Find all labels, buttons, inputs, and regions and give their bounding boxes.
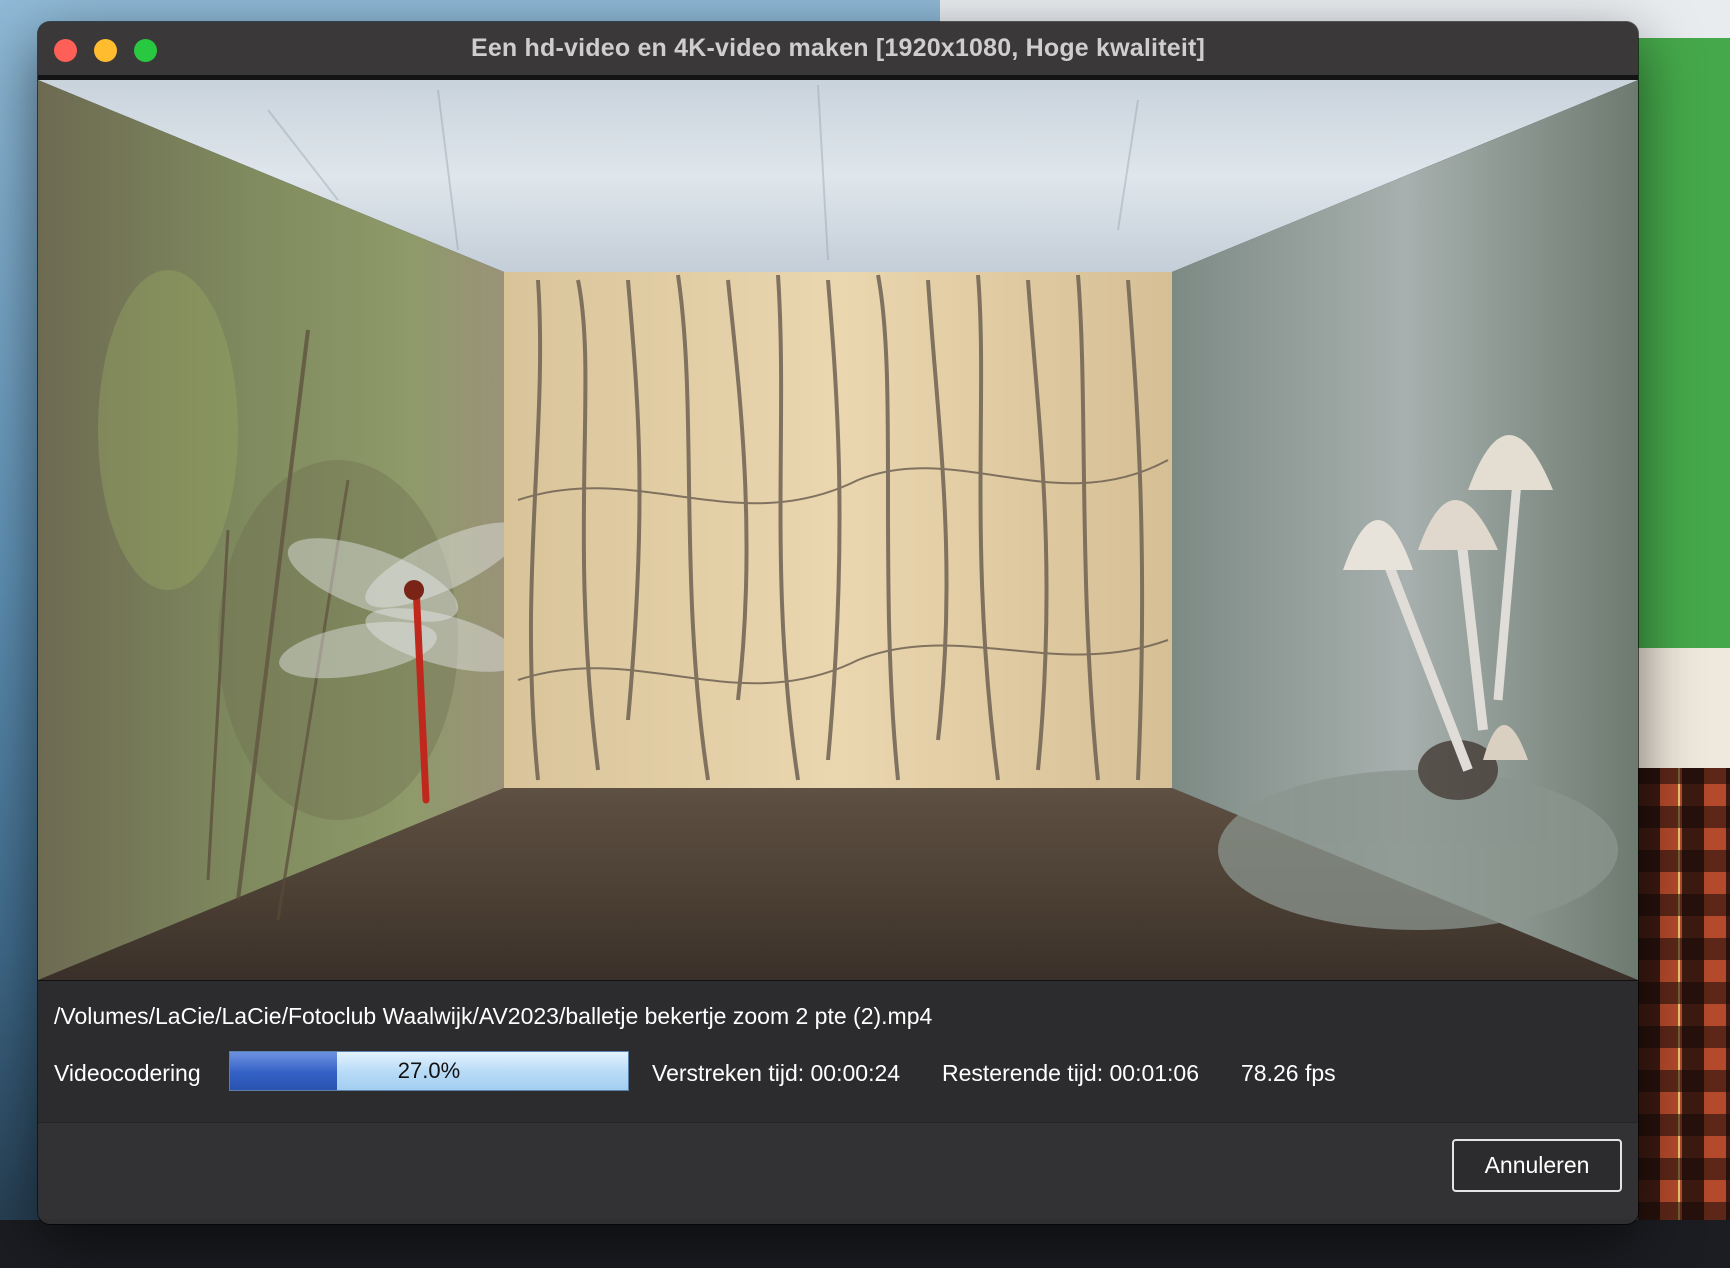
- maximize-window-button[interactable]: [134, 39, 157, 62]
- desktop-dock-area: [0, 1220, 1730, 1268]
- title-bar[interactable]: Een hd-video en 4K-video maken [1920x108…: [38, 22, 1638, 80]
- minimize-window-button[interactable]: [94, 39, 117, 62]
- video-preview: [38, 80, 1638, 980]
- output-file-path: /Volumes/LaCie/LaCie/Fotoclub Waalwijk/A…: [54, 1003, 933, 1029]
- dialog-footer: Annuleren: [38, 1122, 1638, 1219]
- cancel-button[interactable]: Annuleren: [1452, 1139, 1622, 1192]
- window-title: Een hd-video en 4K-video maken [1920x108…: [470, 34, 1206, 62]
- background-window-cream: [1638, 648, 1730, 768]
- background-window-green: [1638, 38, 1730, 648]
- elapsed-time: Verstreken tijd: 00:00:24: [652, 1060, 901, 1086]
- frames-per-second: 78.26 fps: [1241, 1060, 1336, 1086]
- progress-percent: 27.0%: [397, 1058, 461, 1083]
- render-status-panel: /Volumes/LaCie/LaCie/Fotoclub Waalwijk/A…: [38, 980, 1638, 1122]
- room-preview-image: [38, 80, 1638, 980]
- window-controls: [54, 39, 157, 62]
- background-plaid-image: [1638, 768, 1730, 1268]
- close-window-button[interactable]: [54, 39, 77, 62]
- render-progress-window: Een hd-video en 4K-video maken [1920x108…: [38, 22, 1638, 1224]
- remaining-time: Resterende tijd: 00:01:06: [942, 1060, 1200, 1086]
- encoding-progress-bar: 27.0%: [229, 1051, 629, 1091]
- stage-label: Videocodering: [54, 1060, 201, 1086]
